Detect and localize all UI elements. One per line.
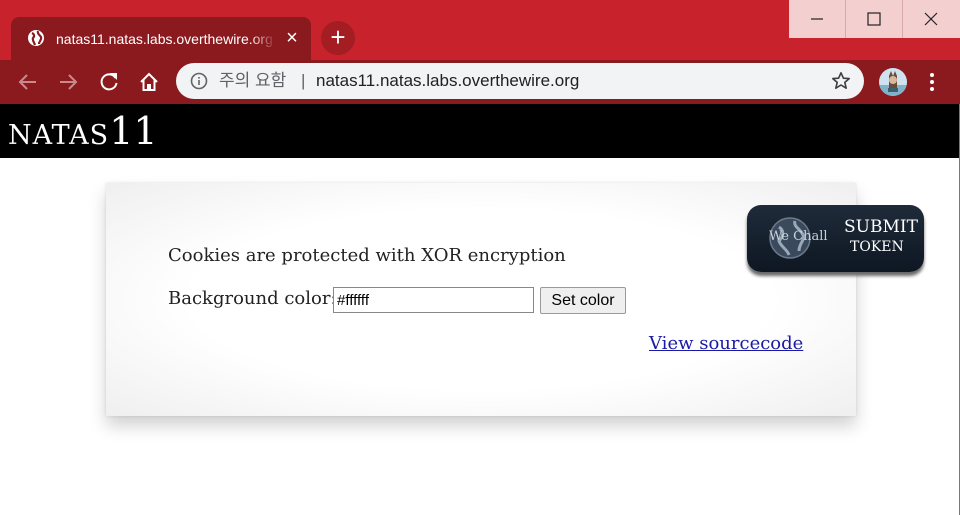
background-color-input[interactable] (333, 287, 534, 313)
background-color-label: Background color: (168, 288, 337, 309)
info-icon[interactable] (190, 72, 208, 90)
plus-icon[interactable]: + (321, 21, 355, 55)
browser-titlebar: natas11.natas.labs.overthewire.org × + (0, 0, 960, 60)
avatar[interactable] (879, 68, 907, 96)
address-bar[interactable]: 주의 요함 | natas11.natas.labs.overthewire.o… (176, 63, 864, 99)
content-box: Cookies are protected with XOR encryptio… (106, 183, 856, 416)
back-icon[interactable] (16, 70, 40, 94)
star-icon[interactable] (831, 71, 851, 91)
menu-icon[interactable] (925, 70, 939, 94)
page-title: NATAS11 (8, 108, 158, 159)
maximize-button[interactable] (846, 0, 903, 38)
home-icon[interactable] (137, 70, 161, 94)
view-sourcecode-link[interactable]: View sourcecode (649, 333, 803, 355)
url-text[interactable]: natas11.natas.labs.overthewire.org (316, 70, 579, 92)
page-header: NATAS11 (0, 104, 960, 158)
security-label: 주의 요함 (219, 71, 287, 90)
reload-icon[interactable] (97, 70, 121, 94)
wechall-submit-token-button[interactable]: We Chall SUBMIT TOKEN (747, 205, 924, 272)
title-prefix: NATAS (8, 120, 110, 151)
title-number: 11 (109, 109, 158, 153)
minimize-button[interactable] (789, 0, 846, 38)
token-label: TOKEN (850, 239, 904, 255)
url-separator: | (301, 71, 306, 90)
forward-icon[interactable] (56, 70, 80, 94)
tab-title: natas11.natas.labs.overthewire.org (56, 31, 273, 47)
submit-label: SUBMIT (844, 217, 918, 237)
close-icon[interactable]: × (283, 28, 301, 48)
set-color-button[interactable]: Set color (540, 287, 626, 314)
browser-toolbar: 주의 요함 | natas11.natas.labs.overthewire.o… (0, 60, 960, 104)
globe-icon (28, 30, 44, 46)
info-text: Cookies are protected with XOR encryptio… (168, 245, 566, 266)
wechall-logo-text: We Chall (769, 229, 828, 244)
browser-tab[interactable]: natas11.natas.labs.overthewire.org × (11, 17, 311, 60)
window-close-button[interactable] (903, 0, 960, 38)
